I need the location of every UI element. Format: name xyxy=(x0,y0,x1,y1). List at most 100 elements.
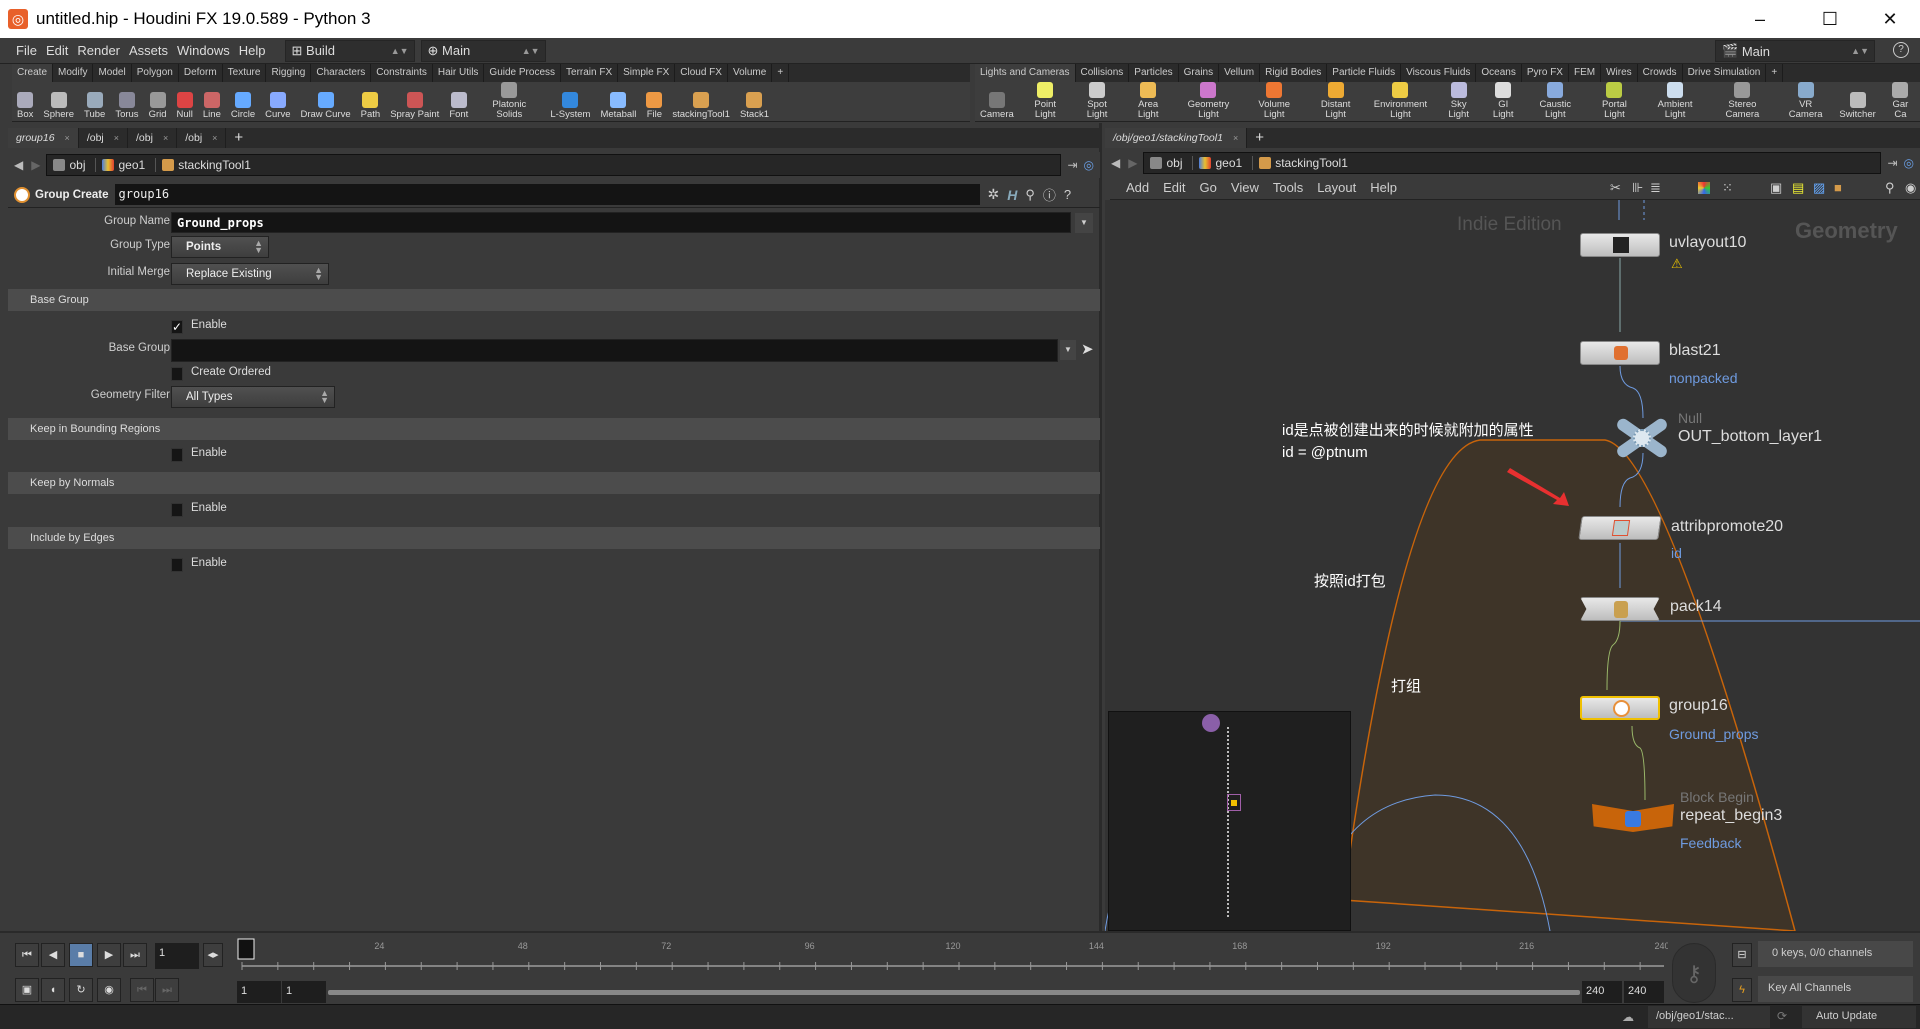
key-icon[interactable]: ⚷ xyxy=(1672,943,1716,1003)
menu-render[interactable]: Render xyxy=(77,43,120,58)
close-button[interactable]: ✕ xyxy=(1870,4,1910,34)
shelf_right-tab[interactable]: Crowds xyxy=(1638,64,1683,82)
pin-icon[interactable]: ⇥ xyxy=(1887,156,1897,170)
minimize-button[interactable]: – xyxy=(1740,4,1780,34)
shelf_left-tab[interactable]: Guide Process xyxy=(484,64,562,82)
shelf_left-tab[interactable]: Model xyxy=(93,64,132,82)
shelf-tool[interactable]: Point Light xyxy=(1019,82,1072,121)
section-bounding-regions[interactable]: Keep in Bounding Regions xyxy=(8,418,1100,440)
shelf_left-tab[interactable]: Characters xyxy=(311,64,372,82)
group-name-dropdown-icon[interactable]: ▼ xyxy=(1075,213,1093,233)
shelf_left-tab[interactable]: Constraints xyxy=(371,64,433,82)
wrench-icon[interactable]: ✂ xyxy=(1610,180,1621,196)
maximize-button[interactable]: ☐ xyxy=(1810,4,1850,34)
shelf-tool[interactable]: Spray Paint xyxy=(385,82,444,122)
shelf_left-tab[interactable]: Create xyxy=(12,64,54,82)
sticky-note-pack[interactable]: 按照id打包 xyxy=(1314,571,1386,593)
playback-start-field[interactable]: 1 xyxy=(282,981,326,1003)
crumb-stackingtool1[interactable]: stackingTool1 xyxy=(156,158,261,172)
shelf-tool[interactable]: Caustic Light xyxy=(1524,82,1586,121)
shelf-tool[interactable]: Geometry Light xyxy=(1174,82,1243,121)
crumb-obj[interactable]: obj xyxy=(47,158,97,172)
shelf-tool[interactable]: Sphere xyxy=(38,82,79,122)
shelf_right-tab[interactable]: Collisions xyxy=(1076,64,1130,82)
edges-enable-checkbox[interactable] xyxy=(171,558,183,572)
close-tab-icon[interactable]: × xyxy=(212,133,217,143)
desktop-selector[interactable]: ⊞ Build ▲▼ xyxy=(284,39,415,62)
menu-add[interactable]: Add xyxy=(1126,180,1149,195)
shelf-tool[interactable]: Platonic Solids xyxy=(473,82,545,122)
base-group-field[interactable] xyxy=(171,339,1058,362)
shelf-tool[interactable]: Draw Curve xyxy=(295,82,355,122)
shape-palette-icon[interactable]: ⁙ xyxy=(1722,180,1733,196)
shelf_left-tab[interactable]: Simple FX xyxy=(618,64,676,82)
step-frame-button[interactable]: ◂▸ xyxy=(203,943,223,967)
eye-icon[interactable]: ◉ xyxy=(1905,180,1916,196)
tab-group16[interactable]: group16 × xyxy=(8,128,79,148)
status-path[interactable]: /obj/geo1/stac... xyxy=(1648,1006,1770,1028)
menu-assets[interactable]: Assets xyxy=(129,43,168,58)
tab-obj[interactable]: /obj × xyxy=(128,128,178,148)
menu-edit[interactable]: Edit xyxy=(1163,180,1185,195)
section-include-by-edges[interactable]: Include by Edges xyxy=(8,527,1100,549)
jump-start-button[interactable]: ⏮ xyxy=(15,943,39,967)
key-mode-menu[interactable]: Key All Channels xyxy=(1758,976,1913,1002)
add-tab-button[interactable]: + xyxy=(226,128,251,148)
node-uvlayout10[interactable] xyxy=(1580,233,1660,257)
back-arrow-icon[interactable]: ◀ xyxy=(1111,156,1120,170)
shelf_left-tab[interactable]: Terrain FX xyxy=(561,64,619,82)
normals-enable-checkbox[interactable] xyxy=(171,503,183,517)
menu-help[interactable]: Help xyxy=(239,43,266,58)
menu-tools[interactable]: Tools xyxy=(1273,180,1303,195)
menu-file[interactable]: File xyxy=(16,43,37,58)
search-icon[interactable]: ⚲ xyxy=(1885,180,1895,196)
shelf-tool[interactable]: Portal Light xyxy=(1587,82,1643,121)
node-out-bottom-layer1[interactable] xyxy=(1613,416,1671,460)
close-tab-icon[interactable]: × xyxy=(65,133,70,143)
current-frame-marker[interactable] xyxy=(237,938,255,960)
sticky-note-group[interactable]: 打组 xyxy=(1391,676,1421,698)
shelf_left-tab[interactable]: Polygon xyxy=(132,64,179,82)
prev-key-button[interactable]: ⏮ xyxy=(130,978,154,1002)
shelf_left-tab[interactable]: Hair Utils xyxy=(433,64,485,82)
next-key-button[interactable]: ⏭ xyxy=(155,978,179,1002)
back-arrow-icon[interactable]: ◀ xyxy=(14,158,23,172)
shelf-tool[interactable]: Area Light xyxy=(1123,82,1174,121)
shelf_left-tab[interactable]: Rigging xyxy=(266,64,312,82)
channel-list-button[interactable]: ⊟ xyxy=(1732,943,1752,967)
forward-arrow-icon[interactable]: ▶ xyxy=(31,158,40,172)
network-box-icon[interactable]: ▣ xyxy=(1770,180,1782,196)
tree-icon[interactable]: ⊪ xyxy=(1632,180,1643,196)
crumb-geo1[interactable]: geo1 xyxy=(96,158,157,172)
shelf_right-tab[interactable]: Lights and Cameras xyxy=(975,64,1076,82)
list-icon[interactable]: ≣ xyxy=(1650,180,1661,196)
tab-obj[interactable]: /obj × xyxy=(177,128,227,148)
link-icon[interactable]: ◎ xyxy=(1904,156,1914,170)
shelf_left-tab[interactable]: Cloud FX xyxy=(675,64,728,82)
shelf-tool[interactable]: GI Light xyxy=(1482,82,1524,121)
global-anim-button[interactable]: ◉ xyxy=(97,978,121,1002)
range-slider[interactable] xyxy=(328,990,1580,995)
forward-arrow-icon[interactable]: ▶ xyxy=(1128,156,1137,170)
shelf_right-tab[interactable]: Wires xyxy=(1601,64,1638,82)
step-back-button[interactable]: ◀ xyxy=(41,943,65,967)
shelf_right-tab[interactable]: Grains xyxy=(1179,64,1220,82)
section-keep-by-normals[interactable]: Keep by Normals xyxy=(8,472,1100,494)
shelf_right-tab[interactable]: + xyxy=(1766,64,1784,82)
shelf-tool[interactable]: Metaball xyxy=(595,82,641,122)
network-minimap[interactable] xyxy=(1108,711,1351,931)
shelf_right-tab[interactable]: Particle Fluids xyxy=(1327,64,1402,82)
close-tab-icon[interactable]: × xyxy=(1233,133,1238,143)
shelf-tool[interactable]: Font xyxy=(444,82,473,122)
shelf-tool[interactable]: Environment Light xyxy=(1366,82,1435,121)
help-icon[interactable]: ? xyxy=(1064,187,1071,202)
search-icon[interactable]: ⚲ xyxy=(1025,187,1035,203)
range-start-field[interactable]: 1 xyxy=(237,981,281,1003)
base-group-dropdown-icon[interactable]: ▼ xyxy=(1060,340,1076,360)
subnet-icon[interactable]: ■ xyxy=(1834,180,1842,195)
shelf-tool[interactable]: Stereo Camera xyxy=(1708,82,1777,121)
shelf-tool[interactable]: Spot Light xyxy=(1072,82,1123,121)
shelf-tool[interactable]: Path xyxy=(356,82,386,122)
select-arrow-icon[interactable]: ➤ xyxy=(1081,340,1094,358)
bounding-enable-checkbox[interactable] xyxy=(171,448,183,462)
